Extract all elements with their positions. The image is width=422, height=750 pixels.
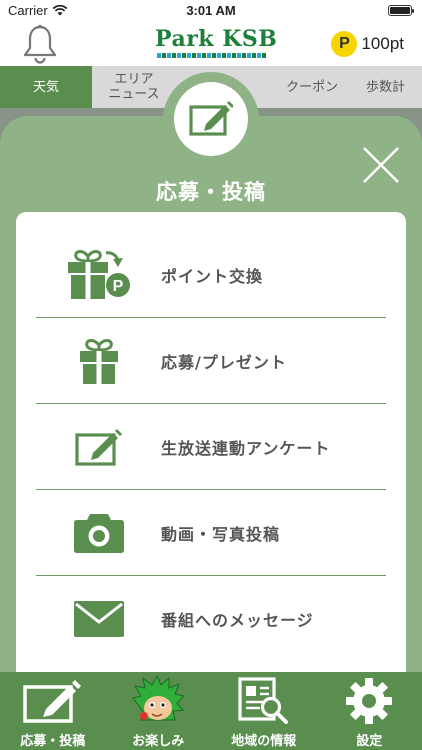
tab-weather[interactable]: 天気: [0, 66, 92, 108]
tab-label: 天気: [32, 79, 59, 95]
status-bar: Carrier 3:01 AM: [0, 0, 422, 22]
mascot-icon: [131, 676, 186, 724]
menu-item-label: 番組へのメッセージ: [161, 611, 314, 630]
clock: 3:01 AM: [186, 3, 236, 18]
menu-item-label: 動画・写真投稿: [161, 525, 281, 544]
menu-item-label: 応募/プレゼント: [161, 353, 287, 372]
menu-item-video-photo[interactable]: 動画・写真投稿: [36, 490, 386, 576]
app-header: Park KSB P 100pt: [0, 22, 422, 66]
svg-text:P: P: [112, 278, 123, 295]
gift-icon: [36, 337, 161, 385]
menu-item-message[interactable]: 番組へのメッセージ: [36, 576, 386, 662]
menu-card: P ポイント交換 応募/プレゼント 生放送連動アンケート 動画・写真投稿 番組へ…: [16, 212, 406, 682]
menu-item-live-survey[interactable]: 生放送連動アンケート: [36, 404, 386, 490]
menu-item-label: ポイント交換: [161, 267, 264, 286]
nav-label: 設定: [356, 734, 383, 749]
edit-icon: [22, 678, 84, 724]
tab-area-news[interactable]: エリア ニュース: [92, 66, 176, 108]
nav-label: 地域の情報: [231, 734, 297, 749]
camera-icon: [36, 512, 161, 554]
mail-icon: [36, 600, 161, 638]
points-amount: 100pt: [361, 34, 404, 53]
nav-settings[interactable]: 設定: [317, 672, 422, 750]
menu-item-present[interactable]: 応募/プレゼント: [36, 318, 386, 404]
tab-label: エリア ニュース: [108, 72, 160, 102]
app-logo: Park KSB: [155, 26, 278, 52]
battery-icon: [388, 5, 414, 16]
bottom-nav: 応募・投稿 お楽しみ 地域の情報 設定: [0, 672, 422, 750]
tab-label: クーポン: [285, 79, 338, 95]
nav-post[interactable]: 応募・投稿: [0, 672, 106, 750]
edit-icon: [36, 427, 161, 467]
nav-local-info[interactable]: 地域の情報: [211, 672, 317, 750]
modal-title: 応募・投稿: [156, 180, 266, 204]
bell-icon[interactable]: [22, 24, 58, 64]
points-balance[interactable]: P 100pt: [331, 30, 404, 58]
tab-coupon[interactable]: クーポン: [266, 66, 358, 108]
nav-label: お楽しみ: [132, 734, 185, 749]
nav-label: 応募・投稿: [20, 734, 86, 749]
newspaper-search-icon: [234, 677, 294, 724]
menu-item-point-exchange[interactable]: P ポイント交換: [36, 232, 386, 318]
modal-header-edit-icon: [174, 82, 248, 156]
tab-pedometer[interactable]: 歩数計: [358, 66, 422, 108]
gift-points-icon: P: [36, 247, 161, 303]
gear-icon: [345, 678, 393, 724]
tab-label: 歩数計: [366, 79, 406, 95]
points-coin-icon: P: [331, 31, 358, 57]
nav-fun[interactable]: お楽しみ: [106, 672, 212, 750]
menu-item-label: 生放送連動アンケート: [161, 439, 331, 458]
logo-decoration: [157, 53, 267, 58]
